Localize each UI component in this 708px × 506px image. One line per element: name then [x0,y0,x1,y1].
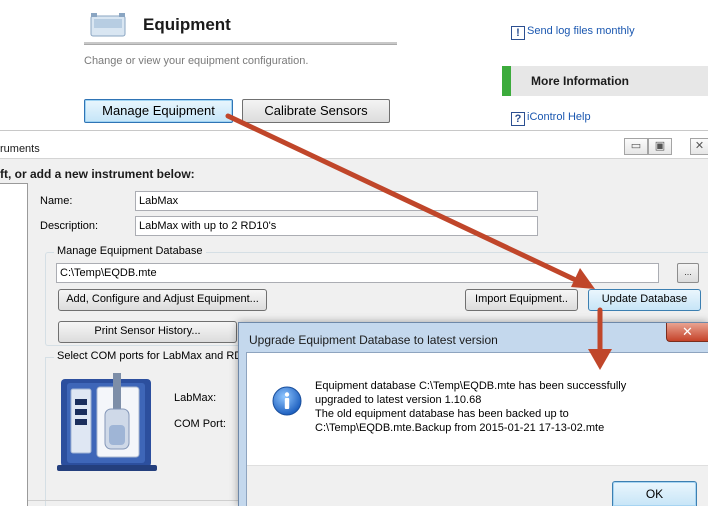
add-configure-equipment-button[interactable]: Add, Configure and Adjust Equipment... [58,289,267,311]
send-log-link[interactable]: ! Send log files monthly [511,25,635,40]
help-icon: ? [511,112,525,126]
maximize-button[interactable]: ▣ [648,138,672,155]
name-input[interactable]: LabMax [135,191,538,211]
calibrate-sensors-button[interactable]: Calibrate Sensors [242,99,390,123]
print-sensor-history-button[interactable]: Print Sensor History... [58,321,237,343]
instruments-window-title: ruments [0,143,40,155]
dialog-title: Upgrade Equipment Database to latest ver… [249,333,498,347]
page-subtitle: Change or view your equipment configurat… [84,55,309,67]
instruction-text: ft, or add a new instrument below: [0,167,195,181]
title-divider [84,42,397,45]
dialog-message-line: Equipment database C:\Temp\EQDB.mte has … [315,380,627,392]
browse-button[interactable]: ... [677,263,699,283]
equipment-icon [90,13,126,37]
import-equipment-button[interactable]: Import Equipment.. [465,289,578,311]
database-path-input[interactable]: C:\Temp\EQDB.mte [56,263,659,283]
manage-equipment-button[interactable]: Manage Equipment [84,99,233,123]
send-log-label: Send log files monthly [527,25,635,37]
icontrol-help-link[interactable]: ? iControl Help [511,111,591,126]
instruments-window-titlebar [0,130,708,158]
description-label: Description: [40,220,99,232]
more-information-accent [502,66,511,96]
manage-database-group-label: Manage Equipment Database [54,245,206,257]
help-label: iControl Help [527,111,591,123]
info-icon [272,386,302,416]
labmax-instrument-image [57,373,157,471]
footer-divider [28,500,248,501]
com-port-label: COM Port: [174,418,226,430]
description-input[interactable]: LabMax with up to 2 RD10's [135,216,538,236]
exclamation-icon: ! [511,26,525,40]
name-label: Name: [40,195,73,207]
dialog-close-button[interactable]: ✕ [666,323,708,342]
labmax-label: LabMax: [174,392,217,404]
ok-button[interactable]: OK [612,481,697,506]
dialog-message-line: The old equipment database has been back… [315,408,569,420]
dialog-message-line: C:\Temp\EQDB.mte.Backup from 2015-01-21 … [315,422,605,434]
instrument-list[interactable] [0,183,28,506]
minimize-button[interactable]: ▭ [624,138,648,155]
update-database-button[interactable]: Update Database [588,289,701,311]
more-information-label: More Information [531,74,629,88]
page-title: Equipment [143,15,231,34]
close-button[interactable]: ✕ [690,138,708,155]
dialog-message-line: upgraded to latest version 1.10.68 [315,394,482,406]
com-ports-group-label: Select COM ports for LabMax and RD [54,350,246,362]
